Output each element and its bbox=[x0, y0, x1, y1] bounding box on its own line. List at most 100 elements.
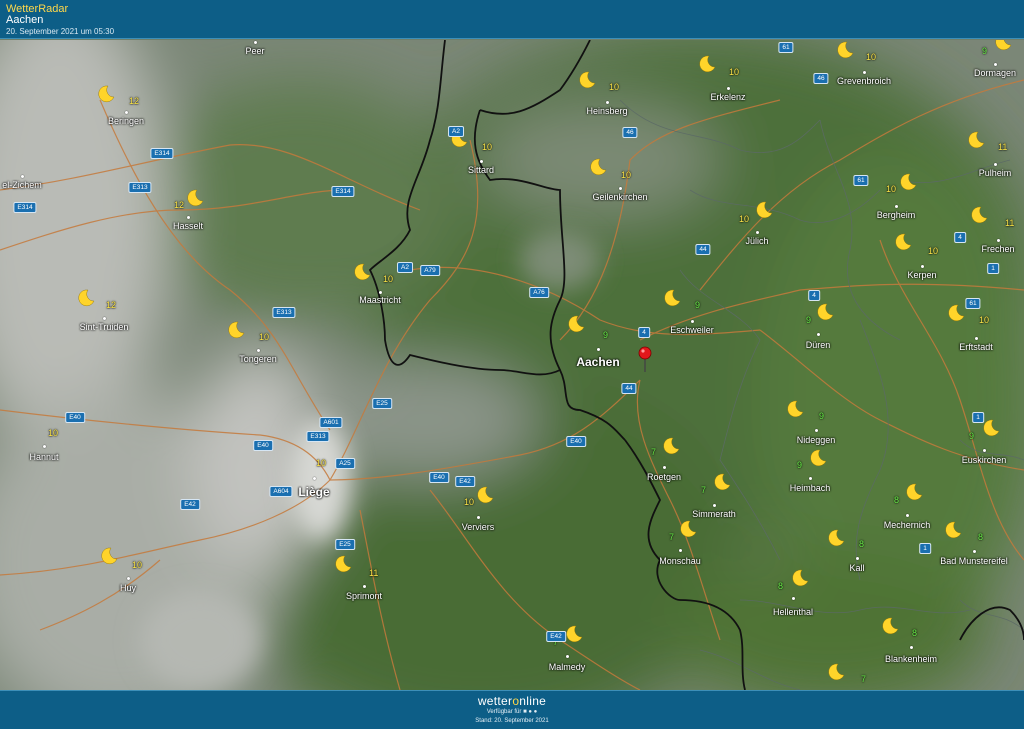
city-label-aachen[interactable]: Aachen bbox=[576, 355, 619, 369]
city-marker-erkelenz bbox=[727, 87, 730, 90]
moon-icon bbox=[948, 304, 965, 322]
city-label-heinsberg[interactable]: Heinsberg bbox=[586, 106, 627, 116]
city-label-sprimont[interactable]: Sprimont bbox=[346, 591, 382, 601]
city-marker-tongeren bbox=[257, 349, 260, 352]
city-label-kerpen[interactable]: Kerpen bbox=[907, 270, 936, 280]
city-label-beringen[interactable]: Beringen bbox=[108, 116, 144, 126]
temperature-blankenheim[interactable]: 8 bbox=[912, 628, 917, 638]
city-marker-mechernich bbox=[906, 514, 909, 517]
temperature-bergheim[interactable]: 10 bbox=[886, 184, 896, 194]
city-label-monschau[interactable]: Monschau bbox=[659, 556, 701, 566]
temperature-corner[interactable]: 7 bbox=[861, 674, 866, 684]
city-label-maastricht[interactable]: Maastricht bbox=[359, 295, 401, 305]
city-label-bergheim[interactable]: Bergheim bbox=[877, 210, 916, 220]
city-marker-huy bbox=[127, 577, 130, 580]
city-marker-blankenheim bbox=[910, 646, 913, 649]
city-marker-erftstadt bbox=[975, 337, 978, 340]
temperature-eschweiler[interactable]: 9 bbox=[695, 300, 700, 310]
temperature-heinsberg[interactable]: 10 bbox=[609, 82, 619, 92]
temperature-julich[interactable]: 10 bbox=[739, 214, 749, 224]
temperature-hasselt[interactable]: 12 bbox=[174, 200, 184, 210]
temperature-maastricht[interactable]: 10 bbox=[383, 274, 393, 284]
city-marker-bergheim bbox=[895, 205, 898, 208]
city-marker-beringen bbox=[125, 111, 128, 114]
temperature-hellenthal[interactable]: 8 bbox=[778, 581, 783, 591]
location-pin-icon[interactable] bbox=[638, 346, 652, 372]
city-marker-duren bbox=[817, 333, 820, 336]
city-label-simmerath[interactable]: Simmerath bbox=[692, 509, 736, 519]
city-marker-geilenkirchen bbox=[619, 187, 622, 190]
city-label-hellenthal[interactable]: Hellenthal bbox=[773, 607, 813, 617]
moon-icon bbox=[579, 71, 596, 89]
city-label-euskirchen[interactable]: Euskirchen bbox=[962, 455, 1007, 465]
city-label-kall[interactable]: Kall bbox=[849, 563, 864, 573]
city-label-peer[interactable]: Peer bbox=[245, 46, 264, 56]
city-label-pulheim[interactable]: Pulheim bbox=[979, 168, 1012, 178]
city-label-mechernich[interactable]: Mechernich bbox=[884, 520, 931, 530]
temperature-hannut[interactable]: 10 bbox=[48, 428, 58, 438]
city-label-roetgen[interactable]: Roetgen bbox=[647, 472, 681, 482]
city-label-frechen[interactable]: Frechen bbox=[981, 244, 1014, 254]
city-marker-dormagen bbox=[994, 63, 997, 66]
temperature-sint-truiden[interactable]: 12 bbox=[106, 300, 116, 310]
city-label-malmedy[interactable]: Malmedy bbox=[549, 662, 586, 672]
moon-icon bbox=[828, 529, 845, 547]
radar-map[interactable]: Peer 12 Beringen el-Zichem 12 Hasselt 12 Sint-T… bbox=[0, 40, 1024, 690]
city-label-blankenheim[interactable]: Blankenheim bbox=[885, 654, 937, 664]
temperature-sprimont[interactable]: 11 bbox=[369, 568, 378, 578]
temperature-duren[interactable]: 9 bbox=[806, 315, 811, 325]
temperature-geilenkirchen[interactable]: 10 bbox=[621, 170, 631, 180]
temperature-roetgen[interactable]: 7 bbox=[651, 447, 656, 457]
temperature-liege[interactable]: 10 bbox=[316, 458, 326, 468]
road-shield: E313 bbox=[306, 431, 330, 442]
city-label-hannut[interactable]: Hannut bbox=[29, 452, 58, 462]
data-stand: Stand: 20. September 2021 bbox=[475, 718, 549, 724]
city-label-hasselt[interactable]: Hasselt bbox=[173, 221, 203, 231]
moon-icon bbox=[828, 663, 845, 681]
temperature-monschau[interactable]: 7 bbox=[669, 532, 674, 542]
city-label-bad-munstereifel[interactable]: Bad Munstereifel bbox=[940, 556, 1008, 566]
city-label-eschweiler[interactable]: Eschweiler bbox=[670, 325, 714, 335]
temperature-pulheim[interactable]: 11 bbox=[998, 142, 1007, 152]
temperature-frechen[interactable]: 11 bbox=[1005, 218, 1014, 228]
temperature-heimbach[interactable]: 9 bbox=[797, 460, 802, 470]
city-label-grevenbroich[interactable]: Grevenbroich bbox=[837, 76, 891, 86]
temperature-verviers[interactable]: 10 bbox=[464, 497, 474, 507]
city-marker-frechen bbox=[997, 239, 1000, 242]
city-label-nideggen[interactable]: Nideggen bbox=[797, 435, 836, 445]
city-label-tongeren[interactable]: Tongeren bbox=[239, 354, 277, 364]
temperature-dormagen[interactable]: 9 bbox=[982, 46, 987, 56]
temperature-erkelenz[interactable]: 10 bbox=[729, 67, 739, 77]
city-label-liege[interactable]: Liège bbox=[298, 485, 329, 499]
temperature-erftstadt[interactable]: 10 bbox=[979, 315, 989, 325]
temperature-kerpen[interactable]: 10 bbox=[928, 246, 938, 256]
temperature-nideggen[interactable]: 9 bbox=[819, 411, 824, 421]
city-label-verviers[interactable]: Verviers bbox=[462, 522, 495, 532]
city-label-dormagen[interactable]: Dormagen bbox=[974, 68, 1016, 78]
city-label-huy[interactable]: Huy bbox=[120, 583, 136, 593]
temperature-mechernich[interactable]: 8 bbox=[894, 495, 899, 505]
city-label-julich[interactable]: Jülich bbox=[745, 236, 768, 246]
temperature-grevenbroich[interactable]: 10 bbox=[866, 52, 876, 62]
temperature-simmerath[interactable]: 7 bbox=[701, 485, 706, 495]
city-label-geilenkirchen[interactable]: Geilenkirchen bbox=[592, 192, 647, 202]
city-label-sittard[interactable]: Sittard bbox=[468, 165, 494, 175]
brand-part-nline: nline bbox=[519, 694, 547, 708]
city-label-erkelenz[interactable]: Erkelenz bbox=[710, 92, 745, 102]
brand-logo[interactable]: wetteronline bbox=[0, 694, 1024, 708]
temperature-kall[interactable]: 8 bbox=[859, 539, 864, 549]
city-label-zichem[interactable]: el-Zichem bbox=[2, 180, 42, 190]
temperature-beringen[interactable]: 12 bbox=[129, 96, 139, 106]
temperature-aachen[interactable]: 9 bbox=[603, 330, 608, 340]
temperature-huy[interactable]: 10 bbox=[132, 560, 142, 570]
city-label-heimbach[interactable]: Heimbach bbox=[790, 483, 831, 493]
location-title[interactable]: Aachen bbox=[6, 14, 43, 26]
temperature-bad-munstereifel[interactable]: 8 bbox=[978, 532, 983, 542]
moon-icon bbox=[228, 321, 245, 339]
temperature-euskirchen[interactable]: 9 bbox=[969, 431, 974, 441]
temperature-sittard[interactable]: 10 bbox=[482, 142, 492, 152]
city-label-sint-truiden[interactable]: Sint-Truiden bbox=[80, 322, 129, 332]
city-label-duren[interactable]: Düren bbox=[806, 340, 831, 350]
temperature-tongeren[interactable]: 10 bbox=[259, 332, 269, 342]
city-label-erftstadt[interactable]: Erftstadt bbox=[959, 342, 993, 352]
